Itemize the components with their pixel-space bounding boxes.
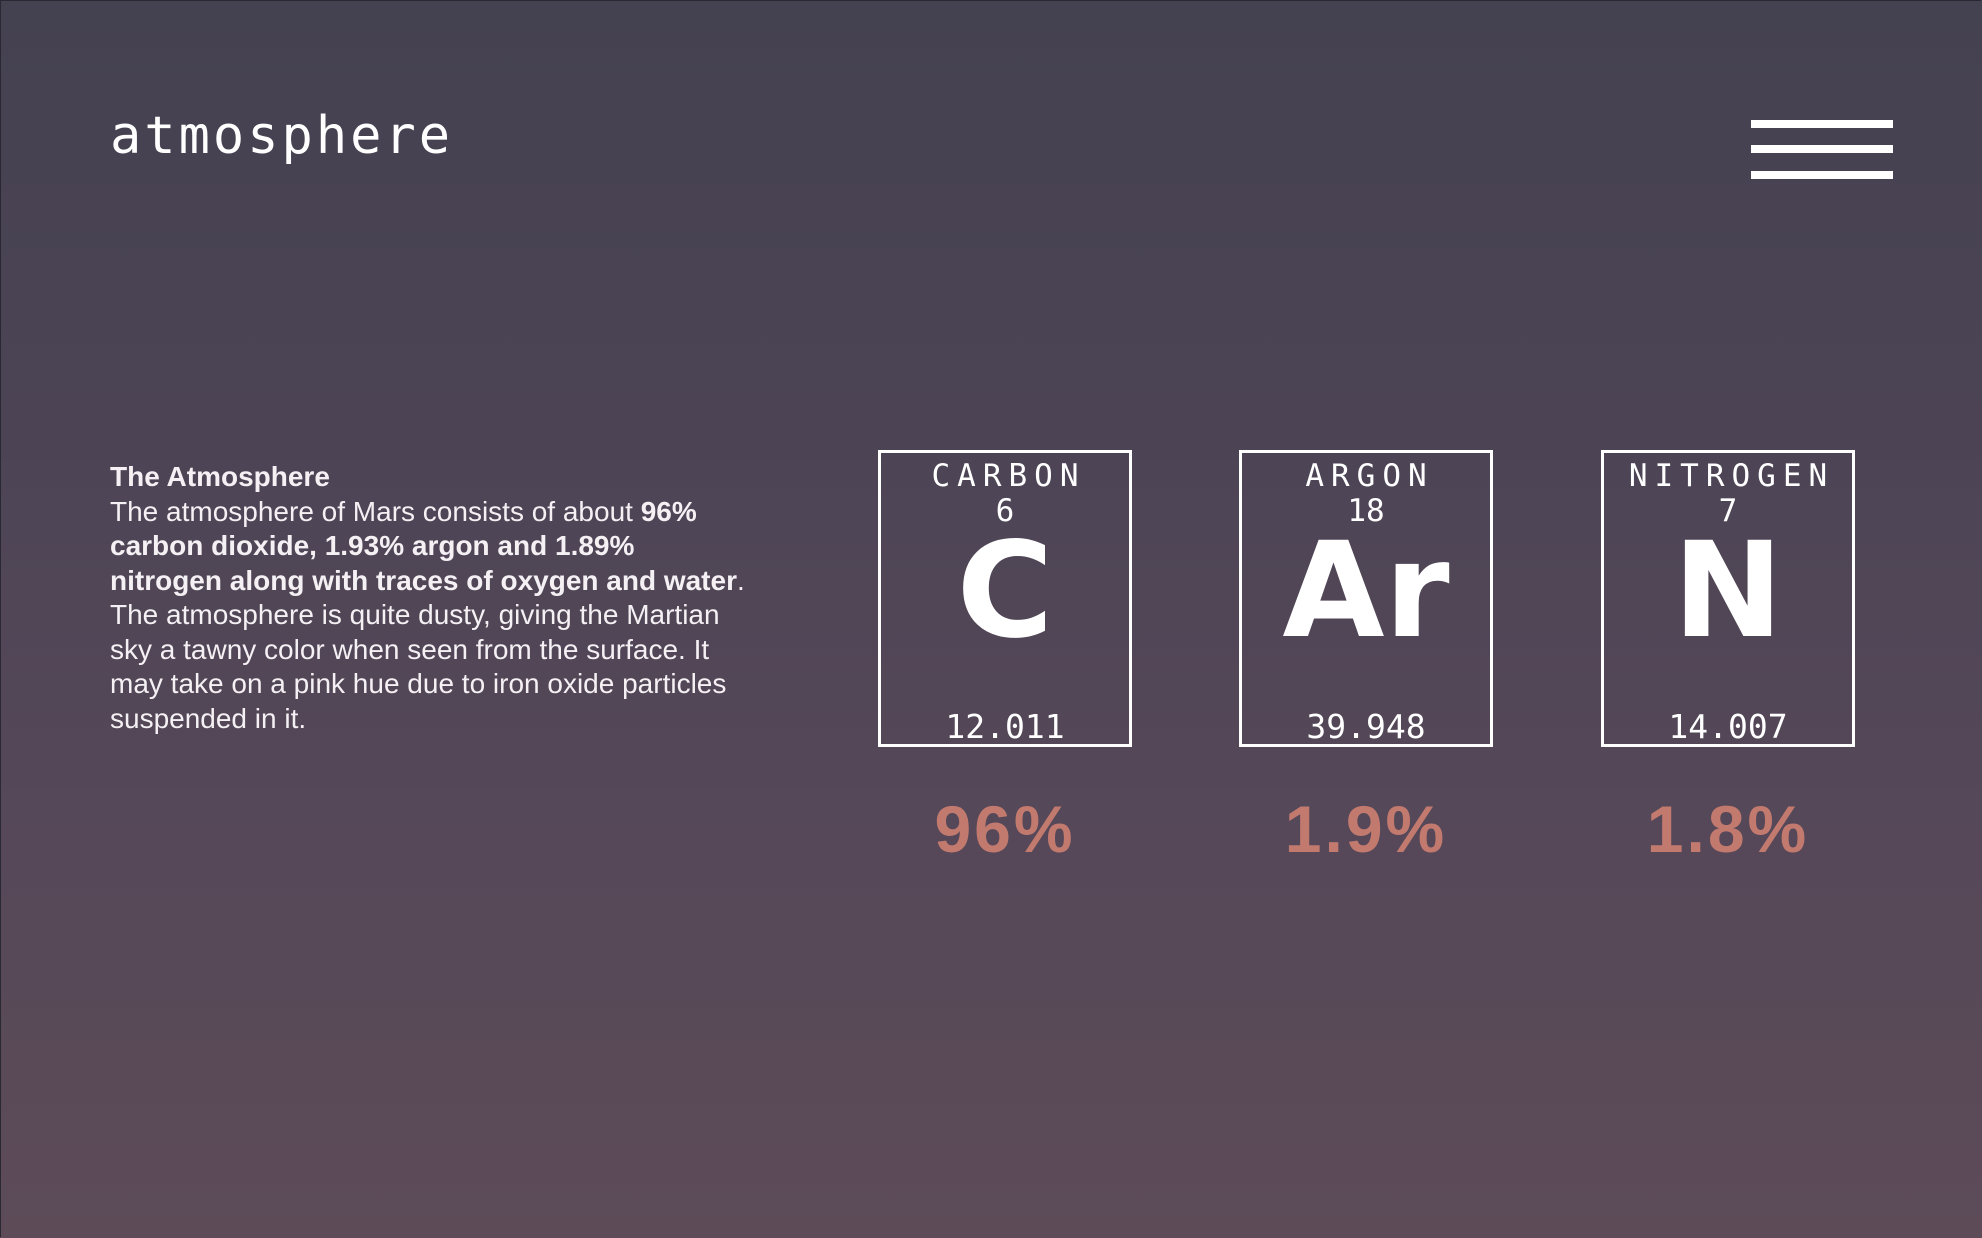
description-intro: The atmosphere of Mars consists of about [110, 495, 641, 527]
atmosphere-description: The Atmosphere The atmosphere of Mars co… [110, 460, 750, 736]
page-title: atmosphere [110, 106, 454, 166]
description-heading: The Atmosphere [110, 461, 330, 492]
element-mass: 39.948 [1306, 707, 1426, 746]
element-symbol: Ar [1282, 514, 1450, 668]
hamburger-menu-icon[interactable] [1751, 120, 1893, 179]
menu-bar-middle [1751, 145, 1893, 153]
percent-carbon: 96% [934, 792, 1076, 866]
percent-nitrogen: 1.8% [1646, 792, 1810, 866]
element-card-argon: ARGON 18 Ar 39.948 [1239, 450, 1493, 747]
element-name: CARBON [931, 458, 1086, 494]
element-symbol: N [1672, 514, 1784, 668]
percent-argon: 1.9% [1284, 792, 1448, 866]
element-name: NITROGEN [1628, 458, 1835, 494]
element-mass: 14.007 [1668, 707, 1788, 746]
menu-bar-top [1751, 120, 1893, 128]
element-symbol: C [956, 514, 1054, 668]
element-name: ARGON [1305, 458, 1434, 494]
element-mass: 12.011 [945, 707, 1065, 746]
element-card-carbon: CARBON 6 C 12.011 [878, 450, 1132, 747]
element-card-nitrogen: NITROGEN 7 N 14.007 [1601, 450, 1855, 747]
menu-bar-bottom [1751, 171, 1893, 179]
